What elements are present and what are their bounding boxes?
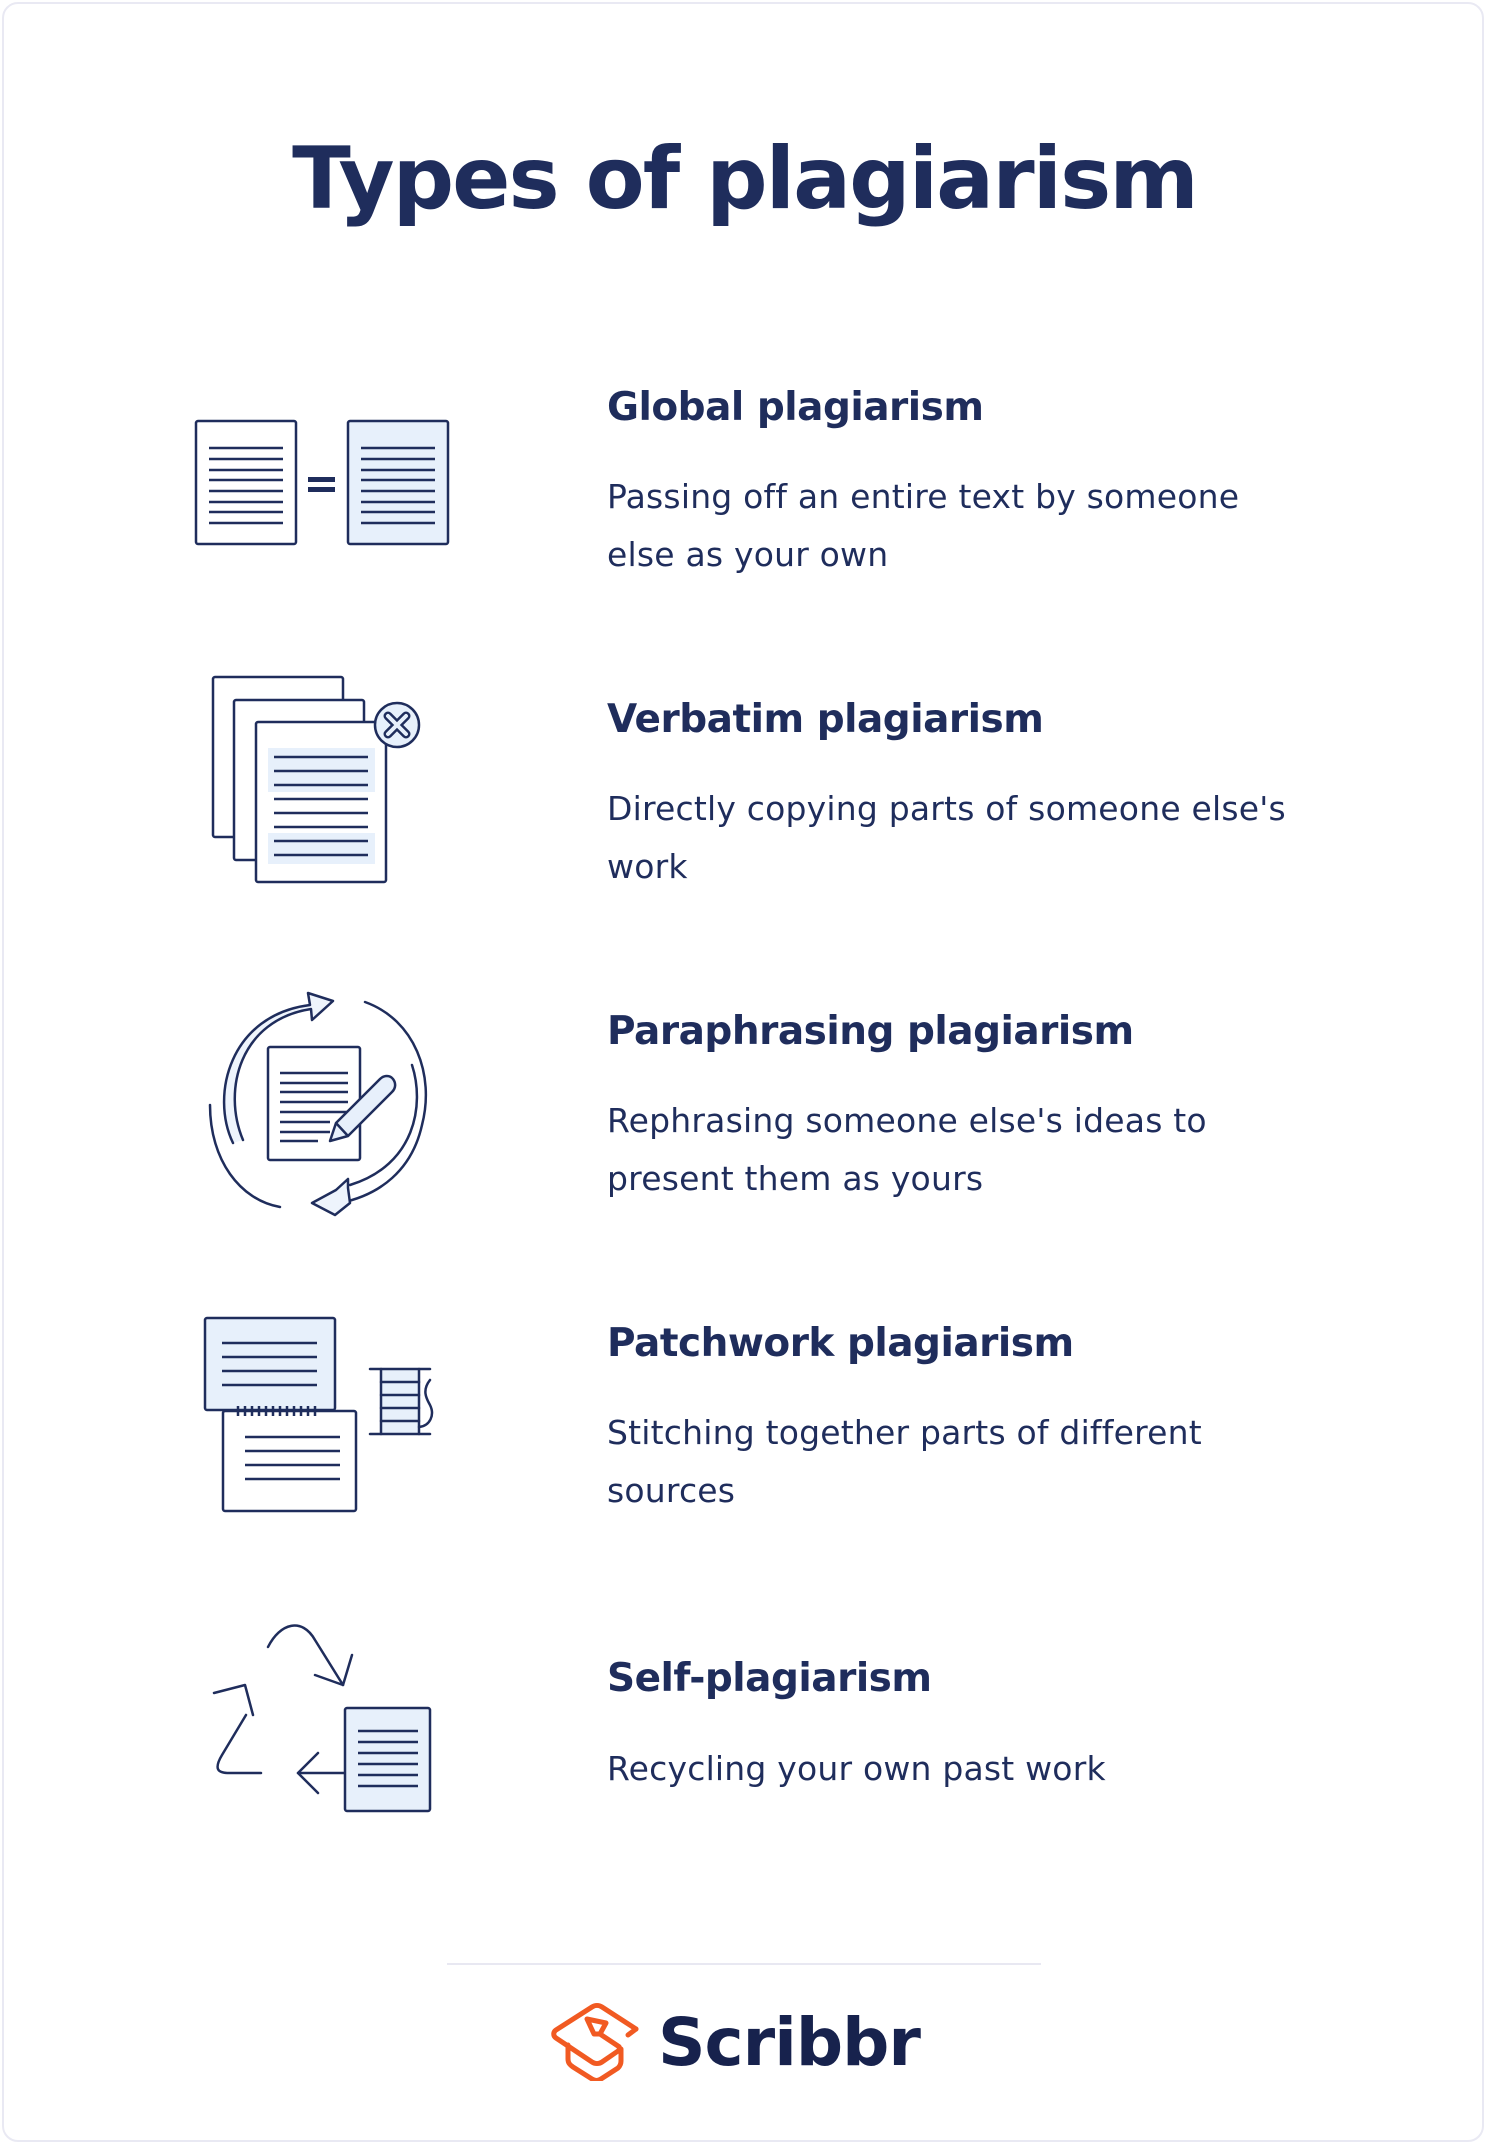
item-description: Stitching together parts of different so… [607, 1413, 1202, 1510]
stitched-documents-thread-icon [190, 1310, 450, 1525]
item-heading: Patchwork plagiarism [607, 1321, 1074, 1366]
item-description: Passing off an entire text by someone el… [607, 477, 1240, 574]
item-heading: Verbatim plagiarism [607, 697, 1044, 742]
scribbr-logo[interactable]: Scribbr [548, 1997, 921, 2087]
item-heading: Self-plagiarism [607, 1656, 932, 1701]
item-description: Recycling your own past work [607, 1749, 1106, 1788]
recycle-document-icon [190, 1605, 450, 1825]
document-pencil-cycle-icon [190, 975, 450, 1225]
copied-documents-x-icon [190, 670, 450, 890]
page-title: Types of plagiarism [292, 129, 1199, 229]
footer-divider [447, 1963, 1041, 1965]
item-heading: Global plagiarism [607, 385, 984, 430]
graduation-cap-icon [548, 1999, 644, 2085]
item-description: Rephrasing someone else's ideas to prese… [607, 1101, 1207, 1198]
item-heading: Paraphrasing plagiarism [607, 1009, 1134, 1054]
brand-name: Scribbr [658, 2003, 921, 2081]
document-equals-document-icon [190, 415, 450, 550]
item-description: Directly copying parts of someone else's… [607, 789, 1286, 886]
